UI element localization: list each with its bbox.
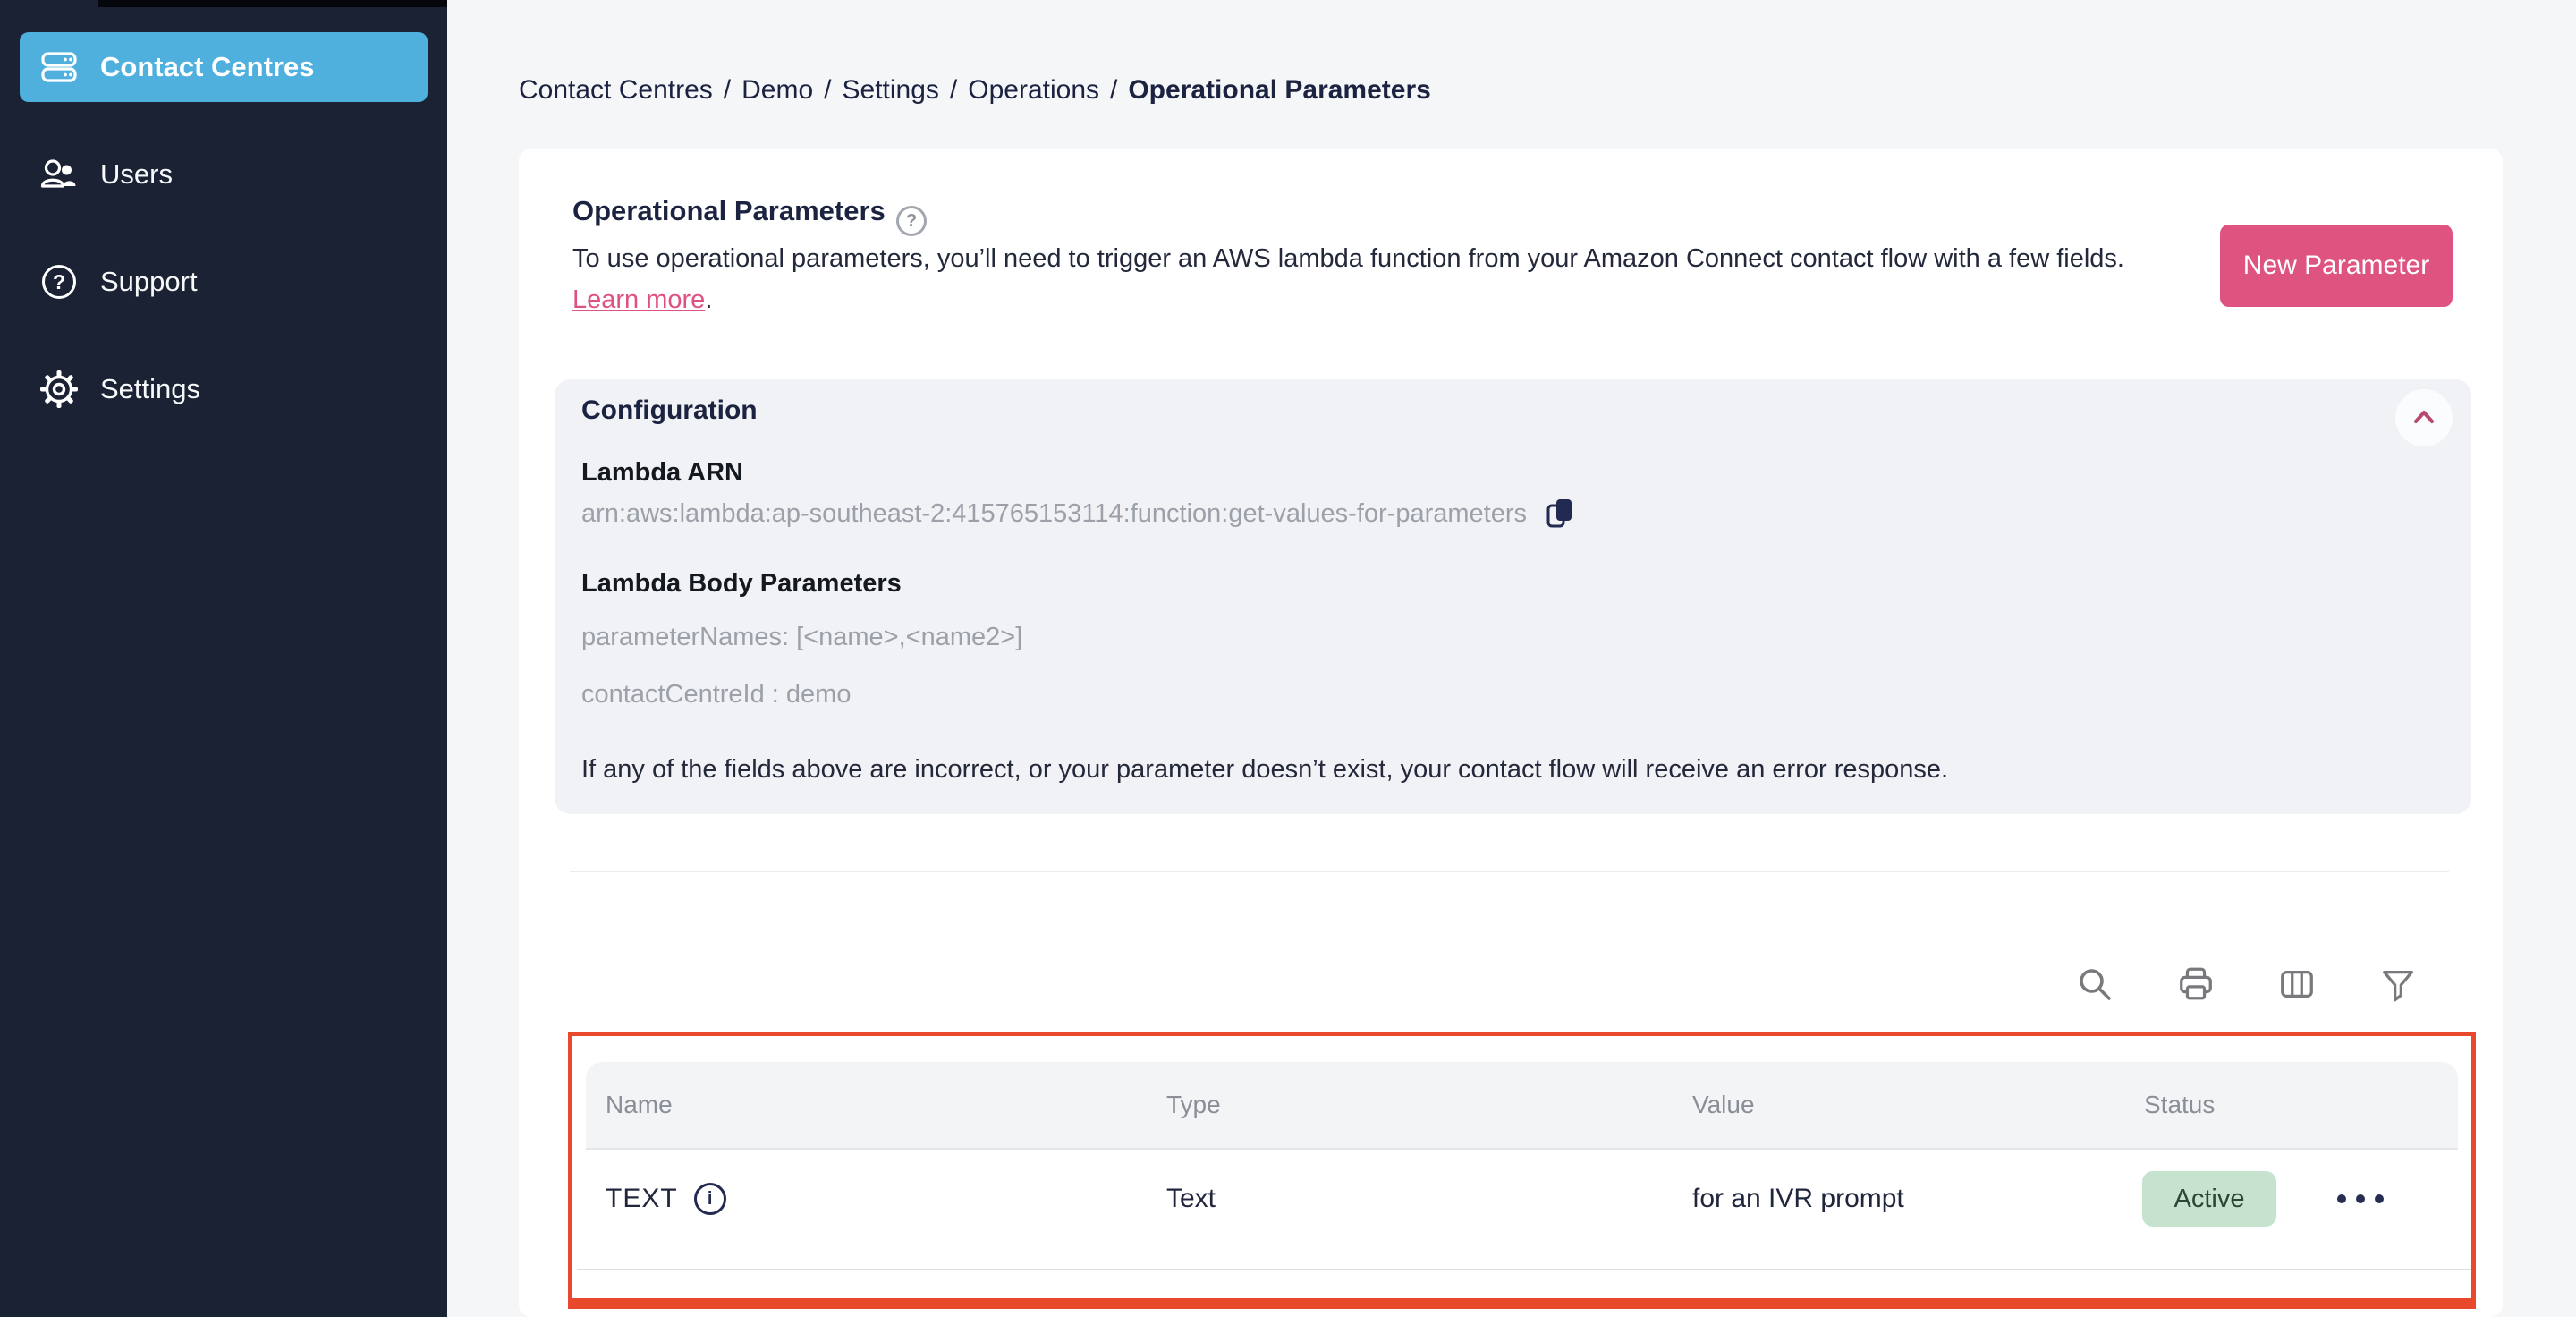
sidebar-item-users[interactable]: Users (0, 139, 447, 210)
breadcrumb-link-operations[interactable]: Operations (968, 75, 1099, 105)
breadcrumb-link-contact-centres[interactable]: Contact Centres (519, 75, 713, 105)
highlighted-table-region: Name Type Value Status TEXT i Text for a… (568, 1032, 2476, 1309)
search-icon[interactable] (2075, 964, 2114, 1004)
lambda-arn-value: arn:aws:lambda:ap-southeast-2:4157651531… (581, 498, 1527, 528)
breadcrumb: Contact Centres / Demo / Settings / Operations… (519, 75, 1431, 106)
configuration-title: Configuration (581, 395, 758, 425)
main-content: Contact Centres / Demo / Settings / Operations… (447, 0, 2576, 1317)
copy-icon[interactable] (1543, 496, 1579, 531)
page-title: Operational Parameters (572, 195, 886, 226)
section-divider (570, 871, 2449, 872)
gear-icon (39, 370, 79, 409)
columns-icon[interactable] (2277, 964, 2317, 1004)
table-header: Name Type Value Status (586, 1062, 2458, 1150)
learn-more-link[interactable]: Learn more (572, 285, 705, 314)
help-circle-icon: ? (39, 262, 79, 302)
column-header-type[interactable]: Type (1166, 1062, 1221, 1148)
sidebar-item-label: Settings (100, 373, 201, 404)
new-parameter-button[interactable]: New Parameter (2220, 225, 2453, 307)
sidebar-item-label: Users (100, 158, 173, 190)
table-toolbar (2075, 964, 2418, 1004)
breadcrumb-link-demo[interactable]: Demo (741, 75, 813, 105)
sidebar-item-label: Contact Centres (100, 51, 315, 82)
top-strip (98, 0, 479, 7)
server-stack-icon (39, 47, 79, 87)
filter-icon[interactable] (2378, 964, 2418, 1004)
lambda-arn-row: arn:aws:lambda:ap-southeast-2:4157651531… (581, 496, 1579, 531)
configuration-panel: Configuration Lambda ARN arn:aws:lambda:… (555, 379, 2471, 814)
help-icon[interactable]: ? (896, 206, 927, 236)
param-type-cell: Text (1166, 1184, 1216, 1213)
param-name: TEXT (606, 1184, 678, 1213)
breadcrumb-separator: / (723, 75, 732, 105)
column-header-name[interactable]: Name (606, 1062, 673, 1148)
breadcrumb-separator: / (1110, 75, 1118, 105)
collapse-button[interactable] (2395, 389, 2453, 446)
sidebar-item-label: Support (100, 266, 198, 297)
breadcrumb-current: Operational Parameters (1128, 75, 1431, 105)
configuration-warning: If any of the fields above are incorrect… (581, 755, 1949, 784)
chevron-up-icon (2406, 400, 2442, 436)
lambda-arn-label: Lambda ARN (581, 458, 743, 487)
body-params-label: Lambda Body Parameters (581, 569, 902, 598)
users-icon (39, 155, 79, 194)
breadcrumb-separator: / (949, 75, 958, 105)
status-badge: Active (2142, 1171, 2276, 1227)
breadcrumb-link-settings[interactable]: Settings (843, 75, 939, 105)
param-name-cell: TEXT i (606, 1150, 726, 1248)
sidebar-item-contact-centres[interactable]: Contact Centres (20, 32, 428, 102)
column-header-value[interactable]: Value (1692, 1062, 1755, 1148)
description-suffix: . (705, 285, 713, 314)
info-icon[interactable]: i (693, 1183, 726, 1215)
breadcrumb-separator: / (824, 75, 832, 105)
body-param-names: parameterNames: [<name>,<name2>] (581, 623, 1023, 651)
body-param-contact-centre-id: contactCentreId : demo (581, 680, 852, 709)
content-card: Operational Parameters ? To use operatio… (519, 149, 2503, 1317)
description-text: To use operational parameters, you’ll ne… (572, 244, 2124, 273)
sidebar: Contact Centres Users ? Support Settings (0, 0, 479, 1317)
table-row[interactable]: TEXT i Text for an IVR prompt Active (586, 1150, 2458, 1248)
app-root: Contact Centres Users ? Support Settings… (0, 0, 2576, 1317)
row-divider (577, 1269, 2471, 1270)
description: To use operational parameters, you’ll ne… (572, 238, 2182, 320)
param-value-cell: for an IVR prompt (1692, 1184, 1904, 1213)
ellipsis-icon[interactable] (2337, 1150, 2384, 1248)
column-header-status[interactable]: Status (2144, 1062, 2215, 1148)
sidebar-item-support[interactable]: ? Support (0, 246, 447, 318)
print-icon[interactable] (2176, 964, 2216, 1004)
sidebar-item-settings[interactable]: Settings (0, 353, 447, 425)
